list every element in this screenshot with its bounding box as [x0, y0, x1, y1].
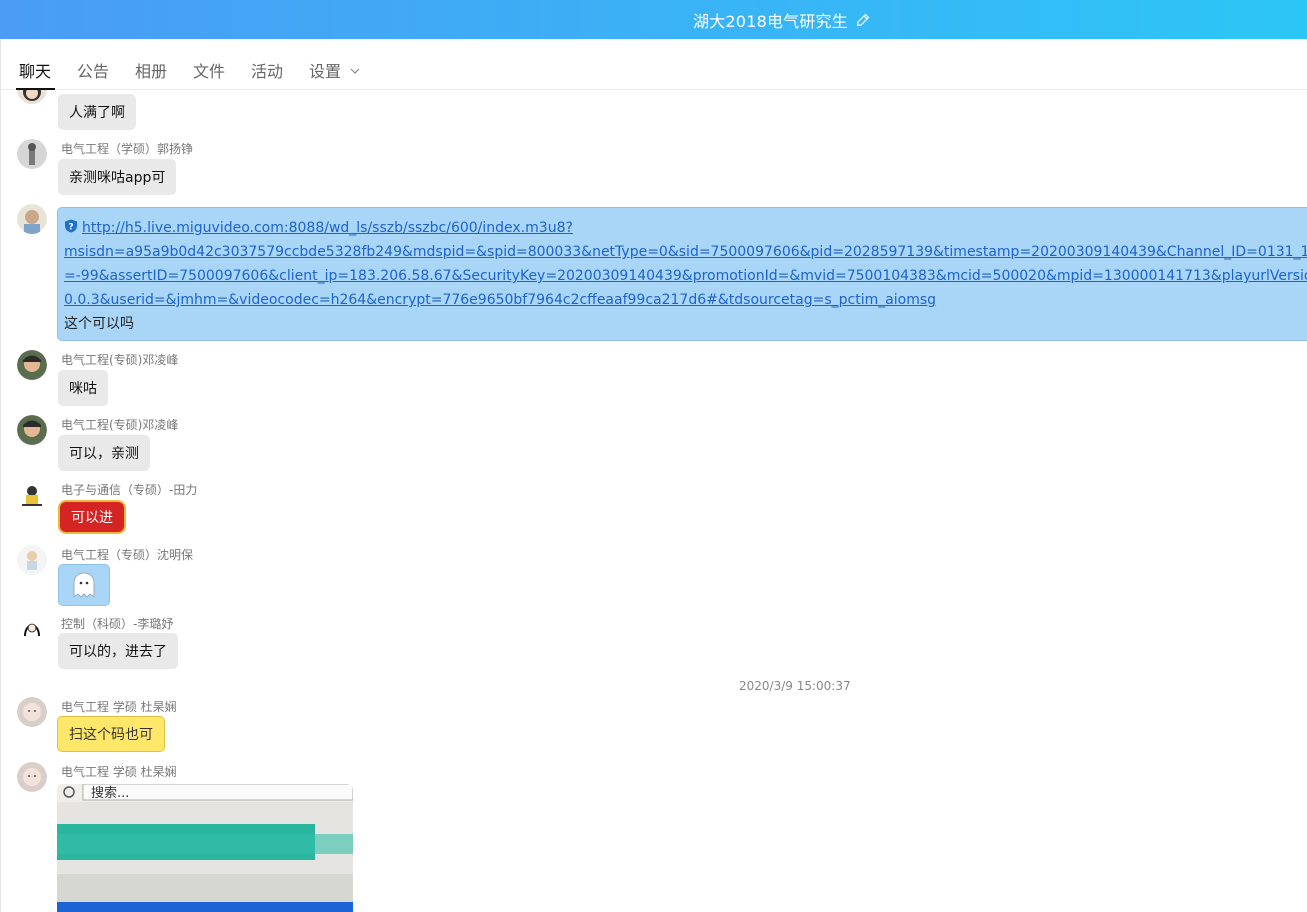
sender-name: 控制（科硕）-李璐妤: [61, 617, 174, 631]
sender-name: 电气工程 学硕 杜杲娴: [61, 765, 177, 779]
avatar[interactable]: [17, 762, 47, 792]
avatar[interactable]: [17, 415, 47, 445]
sticker-bubble[interactable]: [58, 564, 110, 606]
avatar-image: [17, 204, 47, 234]
avatar-image: [17, 614, 47, 644]
message-text: 可以的，进去了: [69, 644, 167, 660]
message-link[interactable]: msisdn=a95a9b0d42c3037579ccbde5328fb249&…: [64, 244, 1307, 260]
avatar-image: [17, 762, 47, 792]
title-wrap: 湖大2018电气研究生: [693, 8, 870, 32]
tab-announcement[interactable]: 公告: [77, 58, 109, 90]
avatar[interactable]: [17, 139, 47, 169]
help-shield-icon: ?: [65, 219, 77, 233]
sender-name: 电气工程 学硕 杜杲娴: [61, 700, 177, 714]
message-link[interactable]: =-99&assertID=7500097606&client_ip=183.2…: [64, 268, 1307, 284]
chevron-down-icon: [350, 68, 360, 74]
message-timestamp: 2020/3/9 15:00:37: [739, 679, 851, 693]
avatar-image: [17, 480, 47, 510]
chat-area[interactable]: 人满了啊 电气工程（学硕）郭扬铮 亲测咪咕app可 ? http://h5.liv…: [0, 90, 1307, 912]
avatar-image: [17, 350, 47, 380]
group-title: 湖大2018电气研究生: [693, 11, 848, 31]
svg-text:?: ?: [68, 223, 73, 233]
title-bar: 湖大2018电气研究生: [0, 0, 1307, 39]
sender-name: 电气工程(专硕)邓凌峰: [61, 418, 179, 432]
image-message[interactable]: 搜索...: [57, 784, 353, 912]
message-text: 这个可以吗: [64, 316, 134, 332]
avatar[interactable]: [17, 545, 47, 575]
tab-activity-label: 活动: [251, 62, 284, 81]
avatar[interactable]: [17, 480, 47, 510]
tab-settings-label: 设置: [309, 62, 342, 81]
message-text: 人满了啊: [69, 105, 125, 121]
avatar-image: [17, 545, 47, 575]
tab-files[interactable]: 文件: [193, 58, 225, 90]
sender-name: 电气工程(专硕)邓凌峰: [61, 353, 179, 367]
sender-name: 电气工程（学硕）郭扬铮: [61, 142, 194, 156]
message-text: 咪咕: [69, 381, 97, 397]
photo-image: [57, 784, 353, 912]
avatar[interactable]: [17, 350, 47, 380]
avatar-image: [17, 415, 47, 445]
sender-name: 电气工程（专硕）沈明保: [61, 548, 194, 562]
message-bubble[interactable]: 可以，亲测: [58, 435, 150, 471]
tab-settings[interactable]: 设置: [309, 58, 360, 90]
message-text: 可以进: [71, 510, 113, 526]
avatar-image: [17, 90, 47, 104]
avatar[interactable]: [17, 614, 47, 644]
message-link[interactable]: http://h5.live.miguvideo.com:8088/wd_ls/…: [82, 220, 573, 236]
message-bubble[interactable]: 人满了啊: [58, 94, 136, 130]
link-message-bubble[interactable]: ? http://h5.live.miguvideo.com:8088/wd_ls…: [57, 207, 1307, 341]
message-bubble[interactable]: 亲测咪咕app可: [58, 159, 177, 195]
tab-album[interactable]: 相册: [135, 58, 167, 90]
photo-search-text: 搜索...: [91, 786, 130, 801]
sender-name: 电子与通信（专硕）-田力: [61, 483, 198, 497]
avatar[interactable]: [17, 697, 47, 727]
message-text: 亲测咪咕app可: [69, 170, 166, 186]
ghost-icon: [73, 572, 95, 598]
tab-chat[interactable]: 聊天: [15, 58, 56, 90]
tab-activity[interactable]: 活动: [251, 58, 283, 90]
avatar[interactable]: [17, 90, 47, 104]
message-text: 可以，亲测: [69, 446, 139, 462]
avatar-image: [17, 697, 47, 727]
message-text: 扫这个码也可: [69, 727, 153, 743]
message-bubble[interactable]: 扫这个码也可: [57, 716, 165, 752]
message-bubble[interactable]: 咪咕: [58, 370, 108, 406]
tab-album-label: 相册: [135, 62, 168, 81]
message-bubble[interactable]: 可以的，进去了: [58, 633, 178, 669]
message-link[interactable]: 0.0.3&userid=&jmhm=&videocodec=h264&encr…: [64, 292, 936, 308]
avatar[interactable]: [17, 204, 47, 234]
avatar-image: [17, 139, 47, 169]
tab-files-label: 文件: [193, 62, 226, 81]
tab-chat-label: 聊天: [19, 62, 52, 81]
message-bubble[interactable]: 可以进: [58, 500, 126, 534]
edit-icon[interactable]: [856, 13, 870, 27]
tab-announcement-label: 公告: [77, 62, 110, 81]
tab-bar: 聊天 公告 相册 文件 活动 设置: [0, 39, 1307, 90]
